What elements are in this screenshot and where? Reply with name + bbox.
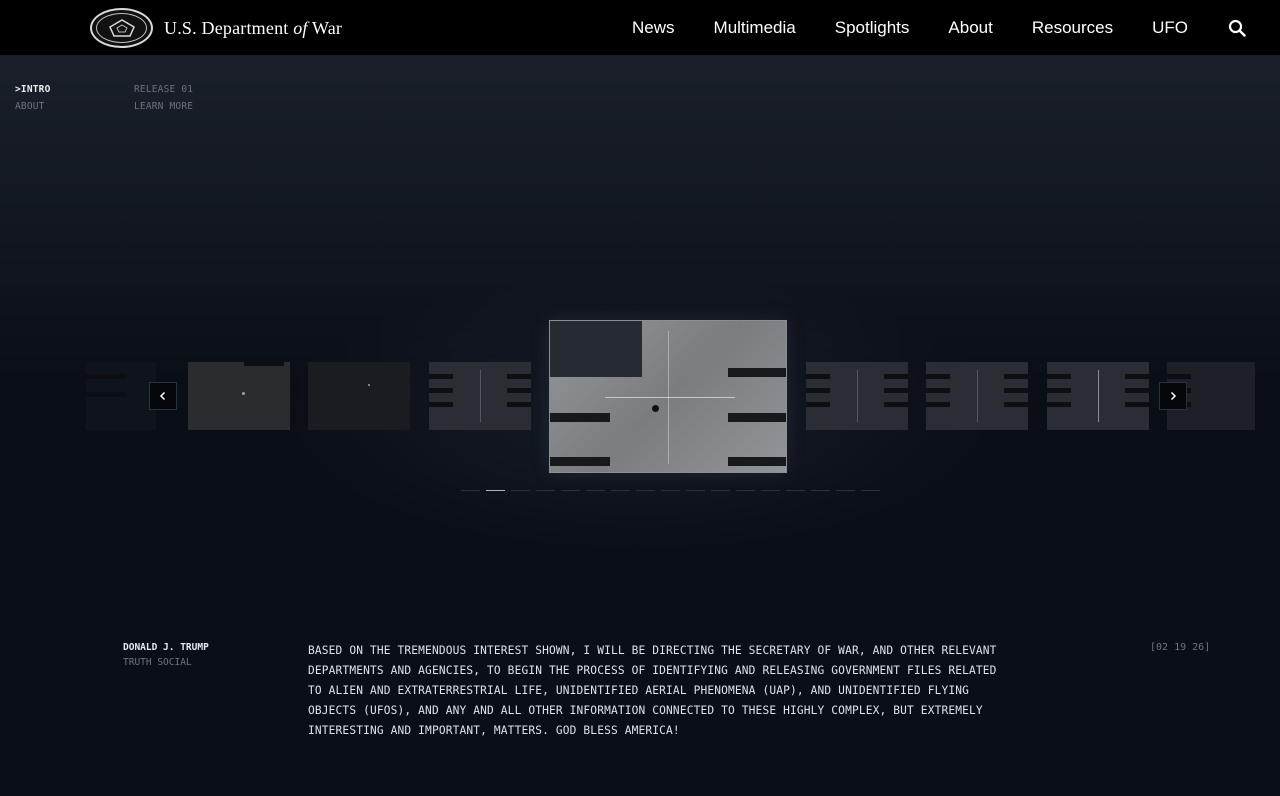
carousel-page-indicator[interactable] <box>636 490 655 491</box>
quote-author: DONALD J. TRUMP <box>123 642 209 653</box>
carousel-main-image[interactable] <box>549 320 787 473</box>
carousel-prev-button[interactable] <box>149 382 177 410</box>
carousel-thumbnail[interactable] <box>926 362 1028 430</box>
quote-attribution: DONALD J. TRUMP TRUTH SOCIAL <box>123 642 209 668</box>
side-menu-secondary: RELEASE 01 LEARN MORE <box>134 81 193 115</box>
main-nav: News Multimedia Spotlights About Resourc… <box>632 0 1280 55</box>
carousel-page-indicator[interactable] <box>486 490 505 491</box>
quote-source: TRUTH SOCIAL <box>123 657 192 668</box>
carousel-page-indicator[interactable] <box>761 490 780 491</box>
nav-spotlights[interactable]: Spotlights <box>835 18 910 38</box>
nav-ufo[interactable]: UFO <box>1152 18 1188 38</box>
carousel-page-indicator[interactable] <box>661 490 680 491</box>
nav-about[interactable]: About <box>948 18 992 38</box>
carousel-page-indicator[interactable] <box>536 490 555 491</box>
carousel-next-button[interactable] <box>1159 382 1187 410</box>
carousel-page-indicator[interactable] <box>786 490 805 491</box>
department-seal-logo <box>90 8 153 48</box>
nav-multimedia[interactable]: Multimedia <box>714 18 796 38</box>
carousel-page-indicator[interactable] <box>811 490 830 491</box>
side-menu-about[interactable]: ABOUT <box>15 98 51 115</box>
side-menu-release[interactable]: RELEASE 01 <box>134 81 193 98</box>
search-icon <box>1228 19 1246 37</box>
carousel-page-indicator[interactable] <box>861 490 880 491</box>
nav-resources[interactable]: Resources <box>1032 18 1113 38</box>
nav-news[interactable]: News <box>632 18 675 38</box>
quote-text: BASED ON THE TREMENDOUS INTEREST SHOWN, … <box>308 644 997 737</box>
brand-home-link[interactable]: U.S. Department of War <box>90 8 342 48</box>
carousel-page-indicator[interactable] <box>611 490 630 491</box>
side-menu-learn-more[interactable]: LEARN MORE <box>134 98 193 115</box>
carousel-page-indicator[interactable] <box>686 490 705 491</box>
brand-prefix: U.S. Department <box>164 17 289 38</box>
carousel-page-indicator[interactable] <box>736 490 755 491</box>
pentagon-icon <box>108 19 135 37</box>
quote-date: [02 19 26] <box>1150 642 1211 653</box>
carousel-thumbnail[interactable] <box>86 362 156 430</box>
carousel-page-indicator[interactable] <box>586 490 605 491</box>
brand-title: U.S. Department of War <box>164 18 342 39</box>
brand-suffix: War <box>311 17 343 38</box>
search-button[interactable] <box>1227 18 1247 38</box>
carousel-page-indicator[interactable] <box>511 490 530 491</box>
side-menu-intro[interactable]: >INTRO <box>15 81 51 98</box>
chevron-right-icon <box>1170 391 1177 401</box>
carousel-page-indicator[interactable] <box>561 490 580 491</box>
carousel-thumbnail[interactable] <box>806 362 908 430</box>
carousel-page-indicator[interactable] <box>711 490 730 491</box>
carousel-page-indicator[interactable] <box>461 490 480 491</box>
carousel-thumbnail[interactable] <box>429 362 531 430</box>
carousel-pagination <box>461 490 886 491</box>
brand-of: of <box>293 17 308 38</box>
top-navigation-bar: U.S. Department of War News Multimedia S… <box>0 0 1280 55</box>
chevron-left-icon <box>159 391 166 401</box>
carousel-thumbnail[interactable] <box>308 362 410 430</box>
side-menu-primary: >INTRO ABOUT <box>15 81 51 115</box>
unidentified-object-marker <box>652 405 659 412</box>
carousel-thumbnail[interactable] <box>188 362 290 430</box>
carousel-page-indicator[interactable] <box>836 490 855 491</box>
carousel-thumbnail[interactable] <box>1047 362 1149 430</box>
